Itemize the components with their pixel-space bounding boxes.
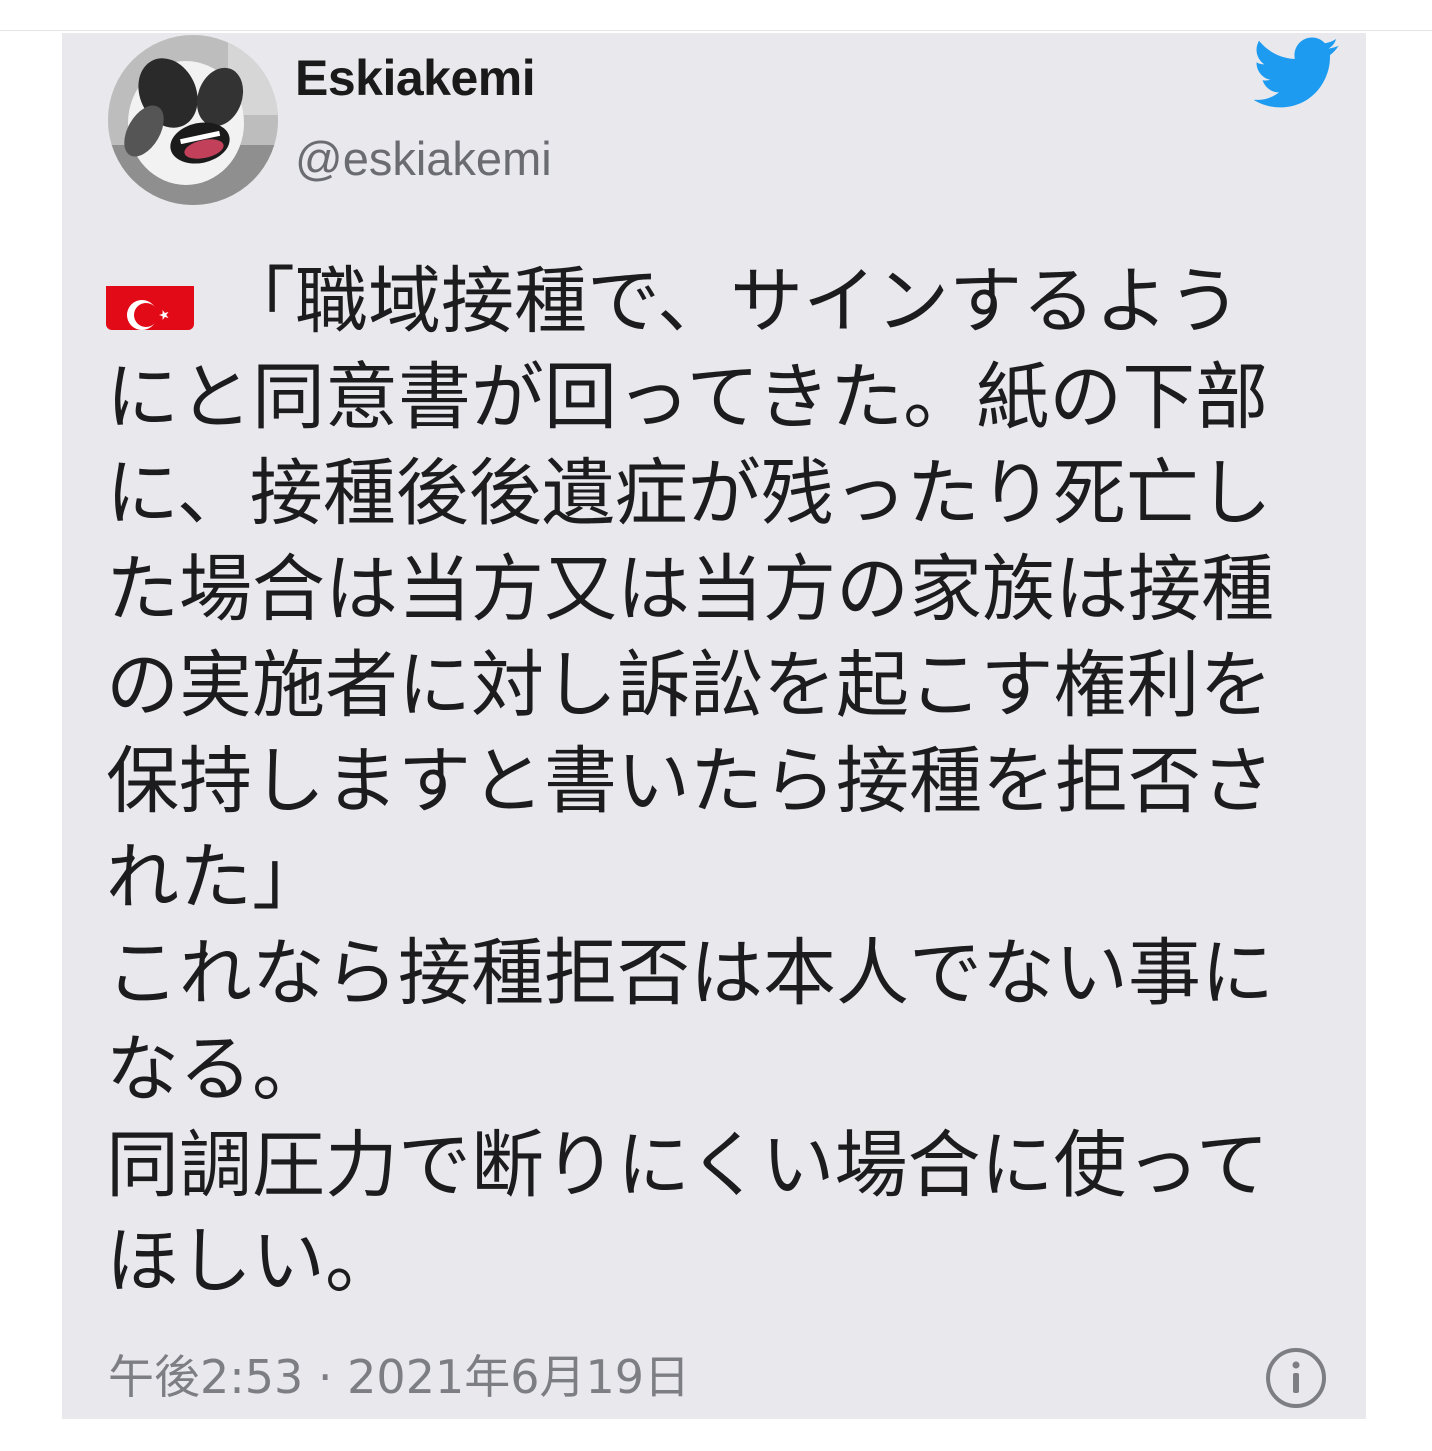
turkey-flag-icon	[106, 272, 194, 330]
tweet-timestamp[interactable]: 午後2:53 · 2021年6月19日	[108, 1341, 690, 1407]
user-handle[interactable]: @eskiakemi	[295, 131, 552, 186]
tweet-line: 同調圧力で断りにくい場合に使って	[106, 1123, 1269, 1208]
tweet-text: 「職域接種で、サインするよう にと同意書が回ってきた。紙の下部 に、接種後後遺症…	[106, 254, 1356, 1310]
info-icon[interactable]	[1264, 1346, 1328, 1410]
dog-avatar-icon	[108, 35, 278, 205]
tweet-line: ほしい。	[106, 1219, 398, 1304]
tweet-card[interactable]: Eskiakemi @eskiakemi 「職域接種で、サインするよう にと同意…	[62, 33, 1366, 1419]
tweet-line: の実施者に対し訴訟を起こす権利を	[106, 643, 1273, 728]
tweet-line: 「職域接種で、サインするよう	[106, 254, 1356, 350]
twitter-bird-icon[interactable]	[1254, 37, 1340, 109]
tweet-line: れた」	[106, 835, 325, 920]
tweet-line: これなら接種拒否は本人でない事に	[106, 931, 1274, 1016]
tweet-line: なる。	[106, 1027, 325, 1112]
tweet-line: 保持しますと書いたら接種を拒否さ	[106, 739, 1274, 824]
avatar[interactable]	[108, 35, 278, 205]
tweet-line: た場合は当方又は当方の家族は接種	[106, 547, 1274, 632]
display-name[interactable]: Eskiakemi	[295, 49, 536, 107]
tweet-line: に、接種後後遺症が残ったり死亡し	[106, 451, 1272, 536]
tweet-line: にと同意書が回ってきた。紙の下部	[106, 355, 1269, 440]
top-divider	[0, 30, 1432, 31]
